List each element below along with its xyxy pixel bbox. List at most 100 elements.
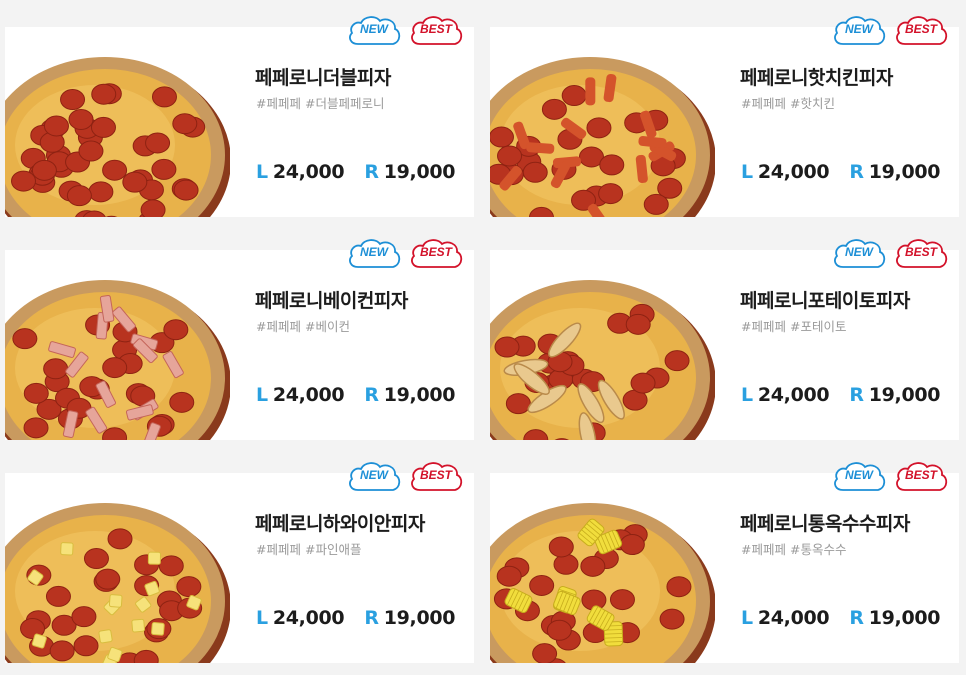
pepperoni-slice <box>151 86 177 108</box>
pizza-prices: L 24,000 R 19,000 <box>741 607 941 629</box>
pizza-image[interactable] <box>490 473 715 663</box>
pepperoni-slice <box>91 83 117 105</box>
pepperoni-slice <box>102 357 128 379</box>
pizza-tags: #페페페 #포테이토 <box>741 316 846 335</box>
pepperoni-slice <box>599 154 625 176</box>
pizza-image[interactable] <box>5 27 230 217</box>
pepperoni-slice <box>643 193 669 215</box>
pizza-image[interactable] <box>5 473 230 663</box>
pineapple-chunk <box>131 618 146 633</box>
price-large: 24,000 <box>272 161 345 183</box>
pizza-card[interactable]: NEW BEST 페페로니포테이토피자 #페페페 #포테이토 L 24,000 R 19… <box>490 239 959 440</box>
pepperoni-slice <box>163 319 189 341</box>
size-large-label: L <box>741 161 753 183</box>
price-regular: 19,000 <box>868 161 941 183</box>
pizza-image[interactable] <box>5 250 230 440</box>
pizza-card[interactable]: NEW BEST 페페로니핫치킨피자 #페페페 #핫치킨 L 24,000 R 19,0… <box>490 16 959 217</box>
pepperoni-slice <box>172 113 198 135</box>
size-regular-label: R <box>364 607 379 629</box>
pepperoni-slice <box>43 115 69 137</box>
pepperoni-slice <box>619 534 645 556</box>
pepperoni-slice <box>23 382 49 404</box>
pepperoni-slice <box>173 179 199 201</box>
pizza-image[interactable] <box>490 250 715 440</box>
tag[interactable]: #페페페 <box>741 96 786 111</box>
price-large: 24,000 <box>272 384 345 406</box>
best-badge: BEST <box>893 13 949 49</box>
pizza-prices: L 24,000 R 19,000 <box>256 384 456 406</box>
size-regular-label: R <box>849 607 864 629</box>
pineapple-chunk <box>108 594 123 608</box>
pizza-name[interactable]: 페페로니포테이토피자 <box>740 286 910 313</box>
pizza-name[interactable]: 페페로니하와이안피자 <box>255 509 425 536</box>
pineapple-chunk <box>98 629 113 644</box>
price-regular: 19,000 <box>383 161 456 183</box>
pepperoni-slice <box>548 536 574 558</box>
pepperoni-slice <box>151 158 177 180</box>
tag[interactable]: #페페페 <box>256 319 301 334</box>
pizza-name[interactable]: 페페로니핫치킨피자 <box>740 63 893 90</box>
pizza-menu-grid: NEW BEST 페페로니더블피자 #페페페 #더블페페로니 L 24,000 R 19… <box>0 0 966 675</box>
tag[interactable]: #베이컨 <box>305 319 350 334</box>
pizza-card[interactable]: NEW BEST 페페로니더블피자 #페페페 #더블페페로니 L 24,000 R 19… <box>5 16 474 217</box>
tag[interactable]: #페페페 <box>256 542 301 557</box>
pepperoni-slice <box>490 126 514 148</box>
tag[interactable]: #페페페 <box>741 542 786 557</box>
pepperoni-slice <box>580 555 606 577</box>
pizza-card[interactable]: NEW BEST 페페로니하와이안피자 #페페페 #파인애플 L 24,000 R 19… <box>5 462 474 663</box>
pizza-prices: L 24,000 R 19,000 <box>741 384 941 406</box>
tag[interactable]: #페페페 <box>741 319 786 334</box>
pepperoni-slice <box>90 116 116 138</box>
pepperoni-slice <box>532 643 558 663</box>
pepperoni-slice <box>664 350 690 372</box>
pineapple-chunk <box>147 551 161 565</box>
pepperoni-slice <box>505 393 531 415</box>
price-regular: 19,000 <box>383 607 456 629</box>
pineapple-chunk <box>60 542 74 556</box>
pepperoni-slice <box>666 576 692 598</box>
price-regular: 19,000 <box>868 384 941 406</box>
pepperoni-slice <box>529 574 555 596</box>
price-large: 24,000 <box>272 607 345 629</box>
pepperoni-slice <box>23 417 49 439</box>
pizza-image[interactable] <box>490 27 715 217</box>
pizza-card[interactable]: NEW BEST 페페로니베이컨피자 #페페페 #베이컨 L 24,000 R 19,0… <box>5 239 474 440</box>
pizza-prices: L 24,000 R 19,000 <box>256 161 456 183</box>
pizza-tags: #페페페 #더블페페로니 <box>256 93 384 112</box>
pepperoni-slice <box>71 606 97 628</box>
size-large-label: L <box>256 161 268 183</box>
new-badge: NEW <box>831 236 887 272</box>
best-badge: BEST <box>893 459 949 495</box>
price-regular: 19,000 <box>868 607 941 629</box>
pizza-name[interactable]: 페페로니더블피자 <box>255 63 391 90</box>
pizza-tags: #페페페 #통옥수수 <box>741 539 846 558</box>
tag[interactable]: #포테이토 <box>790 319 846 334</box>
best-badge: BEST <box>408 236 464 272</box>
pepperoni-slice <box>553 553 579 575</box>
pepperoni-slice <box>176 576 202 598</box>
size-large-label: L <box>741 384 753 406</box>
new-badge: NEW <box>346 13 402 49</box>
price-regular: 19,000 <box>383 384 456 406</box>
size-regular-label: R <box>364 384 379 406</box>
tag[interactable]: #핫치킨 <box>790 96 835 111</box>
pepperoni-slice <box>494 336 520 358</box>
pizza-card[interactable]: NEW BEST 페페로니통옥수수피자 #페페페 #통옥수수 L 24,000 R 19… <box>490 462 959 663</box>
tag[interactable]: #통옥수수 <box>790 542 846 557</box>
pepperoni-slice <box>659 608 685 630</box>
pepperoni-slice <box>68 108 94 130</box>
price-large: 24,000 <box>757 161 830 183</box>
tag[interactable]: #파인애플 <box>305 542 361 557</box>
best-badge: BEST <box>408 13 464 49</box>
tag[interactable]: #페페페 <box>256 96 301 111</box>
pepperoni-slice <box>11 170 37 192</box>
size-large-label: L <box>256 384 268 406</box>
pizza-name[interactable]: 페페로니통옥수수피자 <box>740 509 910 536</box>
price-large: 24,000 <box>757 384 830 406</box>
tag[interactable]: #더블페페로니 <box>305 96 384 111</box>
pepperoni-slice <box>158 555 184 577</box>
pepperoni-slice <box>145 132 171 154</box>
pepperoni-slice <box>45 585 71 607</box>
pizza-name[interactable]: 페페로니베이컨피자 <box>255 286 408 313</box>
pepperoni-slice <box>107 528 133 550</box>
